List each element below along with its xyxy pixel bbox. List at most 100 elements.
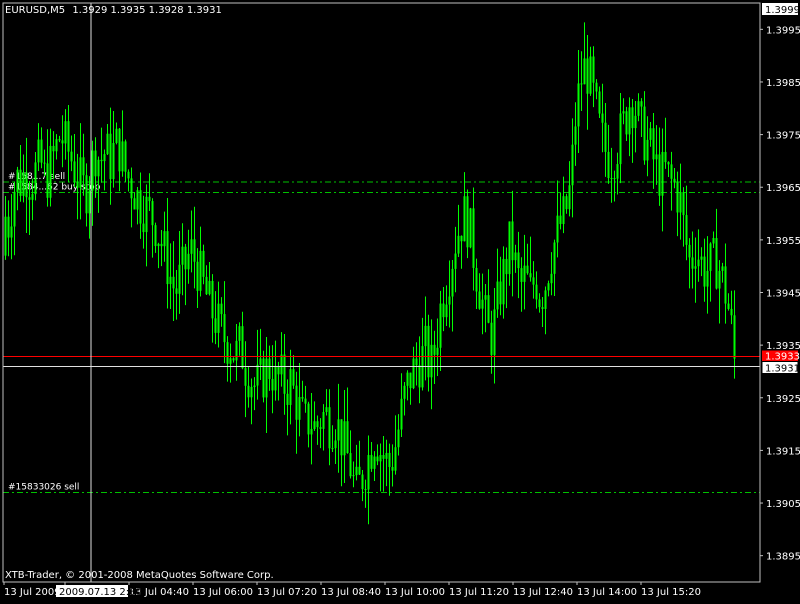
candle-body	[430, 344, 433, 378]
candle-body	[310, 428, 313, 435]
candle-body	[481, 299, 484, 309]
price-chart[interactable]: #158...7 sell#1584...62 buy stop#1583302…	[0, 0, 800, 600]
candle-body	[400, 398, 403, 430]
candle-body	[733, 315, 736, 359]
candle-body	[721, 266, 724, 271]
candle-body	[649, 128, 652, 140]
chart-window[interactable]: #158...7 sell #1584...62 buy stop #1583302…	[0, 0, 800, 600]
price-tick-label: 1.3955	[766, 236, 800, 247]
candle-body	[58, 139, 61, 141]
crosshair-price-label: 1.3931	[765, 364, 800, 375]
candle-body	[49, 145, 52, 198]
candle-body	[85, 175, 88, 214]
candle-body	[295, 385, 298, 420]
candle-body	[385, 452, 388, 459]
copyright-label: XTB-Trader, © 2001-2008 MetaQuotes Softw…	[5, 570, 274, 581]
candle-body	[151, 201, 154, 226]
candle-body	[223, 314, 226, 343]
candle-body	[148, 196, 151, 202]
candle-body	[265, 358, 268, 398]
price-tick-label: 1.3935	[766, 341, 800, 352]
price-tick-label: 1.3995	[766, 25, 800, 36]
price-tick-label: 1.3975	[766, 131, 800, 142]
time-tick-label: 13 Jul 10:00	[385, 587, 445, 598]
candle-body	[544, 290, 547, 309]
candle-body	[19, 169, 22, 196]
time-tick-label: 13 Jul 11:20	[449, 587, 509, 598]
candle-body	[550, 273, 553, 284]
candle-body	[460, 235, 463, 242]
candle-body	[667, 162, 670, 165]
candle-body	[409, 372, 412, 389]
candle-body	[103, 154, 106, 162]
candle-body	[52, 145, 55, 152]
candle-body	[7, 216, 10, 238]
candle-body	[46, 163, 49, 198]
candle-body	[97, 159, 100, 177]
candle-body	[361, 474, 364, 490]
candle-body	[322, 412, 325, 429]
candle-body	[226, 342, 229, 364]
candle-body	[112, 142, 115, 180]
candle-body	[454, 253, 457, 269]
crosshair-date-label: 2009.07.13 2:30	[59, 587, 142, 598]
candle-body	[76, 182, 79, 188]
candle-body	[160, 243, 163, 247]
candle-body	[106, 133, 109, 155]
candle-body	[304, 398, 307, 404]
candle-body	[235, 340, 238, 361]
candle-body	[727, 303, 730, 309]
candle-body	[220, 303, 223, 315]
candle-body	[196, 261, 199, 291]
candle-body	[478, 291, 481, 309]
candle-body	[403, 385, 406, 399]
candle-body	[40, 139, 43, 163]
candle-body	[373, 456, 376, 469]
candle-body	[610, 177, 613, 179]
candle-body	[100, 159, 103, 162]
candle-body	[124, 141, 127, 172]
candle-body	[427, 325, 430, 378]
candle-body	[565, 196, 568, 210]
candle-body	[211, 280, 214, 319]
candle-body	[532, 277, 535, 285]
candle-body	[73, 161, 76, 183]
top-price-label: 1.3999	[765, 5, 800, 16]
candle-body	[589, 56, 592, 94]
candle-body	[250, 386, 253, 398]
candle-body	[91, 150, 94, 191]
candle-body	[109, 133, 112, 180]
candle-body	[424, 325, 427, 347]
candle-body	[142, 223, 145, 233]
time-tick-label: 13 Jul 14:00	[577, 587, 637, 598]
candle-body	[94, 150, 97, 177]
candle-body	[439, 303, 442, 348]
price-tick-label: 1.3925	[766, 394, 800, 405]
candle-body	[577, 83, 580, 127]
candle-body	[241, 326, 244, 369]
candle-body	[679, 192, 682, 213]
candle-body	[136, 190, 139, 210]
candle-body	[367, 455, 370, 490]
candle-body	[634, 115, 637, 129]
candle-body	[433, 344, 436, 355]
candle-body	[205, 276, 208, 295]
candle-body	[22, 172, 25, 196]
candle-body	[487, 295, 490, 323]
candle-body	[418, 365, 421, 388]
candle-body	[601, 113, 604, 123]
candle-body	[349, 453, 352, 477]
candle-body	[178, 264, 181, 294]
candle-body	[457, 235, 460, 254]
candle-body	[508, 221, 511, 275]
candle-body	[604, 122, 607, 152]
candle-body	[643, 106, 646, 161]
candle-body	[145, 196, 148, 233]
candle-body	[598, 91, 601, 114]
candle-body	[625, 111, 628, 135]
candle-body	[529, 273, 532, 278]
candle-body	[574, 126, 577, 145]
candle-body	[4, 216, 7, 256]
time-tick-label: 13 Jul 06:00	[193, 587, 253, 598]
candle-body	[88, 190, 91, 214]
